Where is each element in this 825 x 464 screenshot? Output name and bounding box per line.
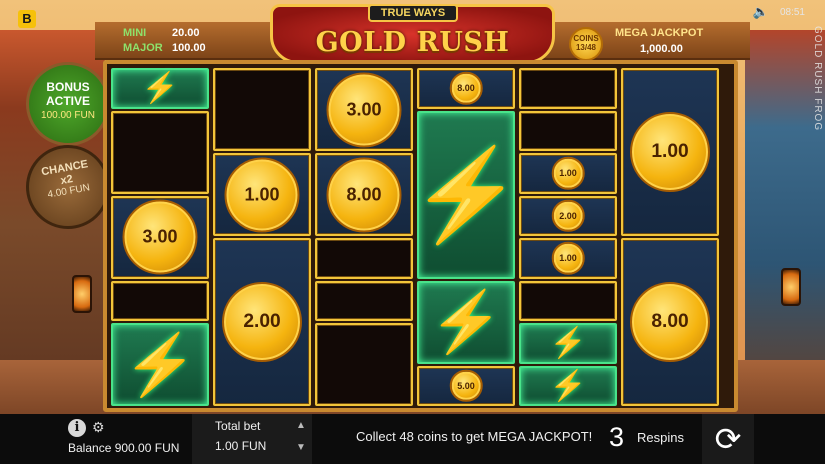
lightning-icon: ⚡ [428, 288, 504, 355]
mega-jackpot-label: MEGA JACKPOT [615, 27, 704, 39]
empty-cell [519, 68, 617, 109]
coin-cell: 3.00 [315, 68, 413, 151]
lightning-cell: ⚡ [111, 323, 209, 406]
total-bet-value: 1.00 FUN [215, 439, 267, 453]
coin-symbol: 5.00 [449, 369, 483, 402]
coins-counter: COINS 13/48 [569, 27, 603, 61]
lightning-icon: ⚡ [549, 326, 587, 360]
coin-cell: 3.00 [111, 195, 209, 279]
empty-cell [111, 280, 209, 321]
coin-cell: 1.00 [213, 153, 311, 236]
empty-cell [111, 110, 209, 194]
clock: 08:51 [779, 7, 805, 18]
coin-symbol: 8.00 [630, 282, 710, 362]
empty-cell [519, 110, 617, 151]
coin-cell: 2.00 [519, 195, 617, 236]
brand-logo: B [18, 10, 36, 28]
lightning-cell: ⚡ [410, 110, 522, 279]
coin-symbol: 2.00 [551, 199, 585, 232]
coin-symbol: 1.00 [224, 157, 300, 232]
lantern-left-icon [72, 275, 92, 313]
info-icon[interactable]: i [68, 419, 86, 437]
bonus-line1: BONUS [46, 80, 90, 94]
lightning-icon: ⚡ [549, 369, 587, 403]
coin-cell: 8.00 [621, 238, 719, 406]
coins-value: 13/48 [575, 43, 597, 52]
spin-button[interactable]: ⟳ [702, 414, 754, 464]
coin-cell: 5.00 [417, 365, 515, 406]
coin-symbol: 3.00 [326, 72, 402, 147]
bonus-value: 100.00 FUN [41, 110, 95, 121]
empty-cell [519, 280, 617, 321]
major-jackpot-label: MAJOR [123, 42, 163, 54]
coin-cell: 8.00 [417, 68, 515, 109]
lightning-icon: ⚡ [409, 145, 523, 245]
coin-cell: 1.00 [519, 153, 617, 194]
side-game-title: GOLD RUSH FROG [812, 26, 823, 132]
coin-symbol: 3.00 [122, 199, 198, 275]
lightning-icon: ⚡ [122, 330, 198, 398]
coin-cell: 8.00 [315, 153, 413, 236]
coins-label: COINS [573, 34, 599, 43]
bonus-line2: ACTIVE [45, 94, 90, 108]
gear-icon[interactable]: ⚙ [92, 419, 105, 436]
empty-cell [315, 323, 413, 406]
reel-grid: ⚡ 3.00 ⚡ 1.00 2.00 3.00 8.00 8.00 ⚡ ⚡ 5.00 1.00 2.00… [103, 60, 738, 412]
mini-jackpot-label: MINI [123, 27, 147, 39]
coin-cell: 2.00 [213, 238, 311, 406]
major-jackpot-value: 100.00 [172, 42, 206, 54]
lightning-cell: ⚡ [111, 68, 209, 109]
bet-increase-button[interactable]: ▲ [296, 420, 306, 431]
lantern-far-right-icon [781, 268, 801, 306]
coin-symbol: 8.00 [326, 157, 402, 232]
speaker-icon[interactable]: 🔈 [753, 4, 769, 20]
empty-cell [315, 238, 413, 279]
lightning-cell: ⚡ [417, 280, 515, 364]
coin-symbol: 1.00 [551, 157, 585, 190]
mega-jackpot-value: 1,000.00 [640, 43, 683, 55]
empty-cell [315, 280, 413, 321]
lightning-icon: ⚡ [141, 71, 179, 105]
lightning-cell: ⚡ [519, 323, 617, 364]
game-title-plaque: TRUE WAYS GOLD RUSH FROG [270, 4, 555, 89]
lightning-cell: ⚡ [519, 365, 617, 406]
mini-jackpot-value: 20.00 [172, 27, 200, 39]
true-ways-logo: TRUE WAYS [368, 4, 458, 22]
coin-symbol: 1.00 [630, 112, 710, 192]
coin-cell: 1.00 [621, 68, 719, 236]
coin-symbol: 1.00 [551, 242, 585, 275]
respins-label: Respins [637, 430, 684, 445]
balance-label: Balance 900.00 FUN [68, 441, 180, 455]
respins-count: 3 [609, 422, 625, 452]
bonus-active-badge: BONUS ACTIVE 100.00 FUN [26, 62, 110, 146]
coin-symbol: 2.00 [222, 282, 302, 362]
coin-symbol: 8.00 [449, 72, 483, 105]
total-bet-label: Total bet [215, 419, 261, 433]
jackpot-message: Collect 48 coins to get MEGA JACKPOT! [356, 429, 593, 444]
empty-cell [213, 68, 311, 151]
coin-cell: 1.00 [519, 238, 617, 279]
bet-decrease-button[interactable]: ▼ [296, 442, 306, 453]
